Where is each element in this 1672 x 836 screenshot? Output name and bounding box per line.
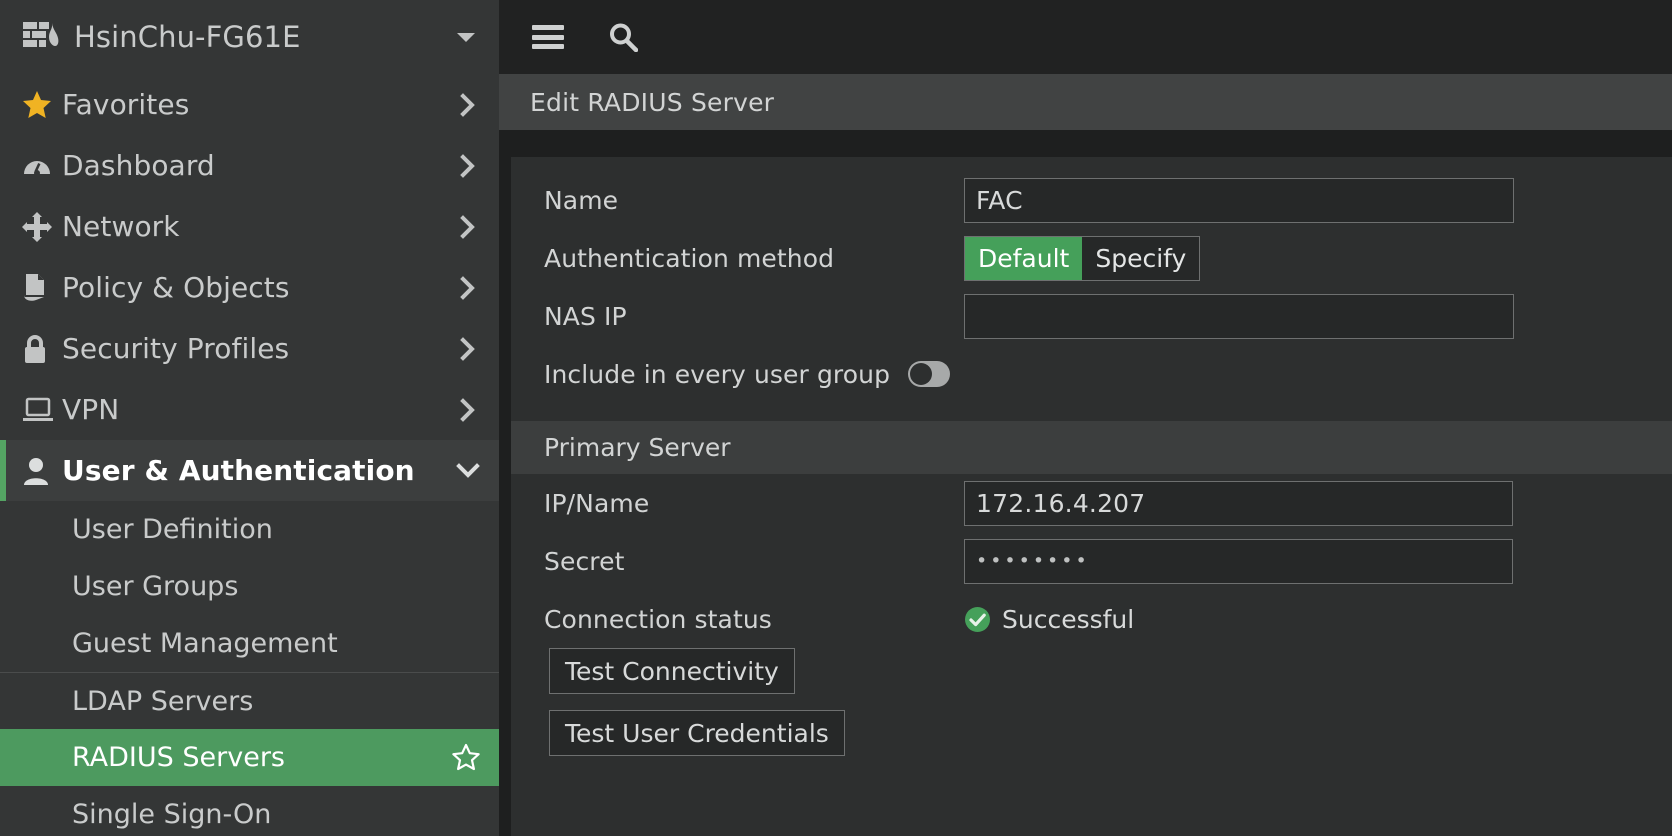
policy-document-icon [22,273,62,303]
sidebar-subitem-label: RADIUS Servers [72,742,285,773]
star-outline-icon[interactable] [451,743,481,773]
sidebar-subitem-radius-servers[interactable]: RADIUS Servers [0,729,499,786]
nas-ip-input[interactable] [964,293,1514,339]
sidebar-subitem-label: LDAP Servers [72,685,254,717]
field-row-secret: Secret •••••••• [511,532,1672,590]
sidebar-subitem-user-groups[interactable]: User Groups [0,558,499,615]
auth-method-label: Authentication method [544,243,835,273]
main-area: Edit RADIUS Server Name FAC Authenticati… [499,0,1672,836]
field-row-name: Name FAC [511,171,1672,229]
page-header: Edit RADIUS Server [499,74,1672,130]
sidebar-item-label: VPN [62,393,120,426]
device-selector[interactable]: HsinChu-FG61E [0,0,499,74]
name-input[interactable]: FAC [964,177,1514,223]
include-group-toggle[interactable] [908,361,951,387]
primary-server-title: Primary Server [544,433,731,462]
sidebar-item-label: Dashboard [62,149,215,182]
network-move-icon [22,211,62,242]
nas-ip-label: NAS IP [544,301,627,331]
lock-icon [22,334,62,364]
test-connectivity-button[interactable]: Test Connectivity [549,648,795,694]
chevron-down-icon [455,462,481,479]
field-row-include-group: Include in every user group [511,345,1672,403]
device-name: HsinChu-FG61E [74,20,301,54]
sidebar-subitem-label: Guest Management [72,628,338,659]
test-user-credentials-label: Test User Credentials [565,718,829,748]
chevron-right-icon [455,275,481,300]
name-input-value: FAC [976,185,1023,215]
top-toolbar [499,0,1672,74]
caret-down-icon[interactable] [457,32,475,42]
sidebar-item-network[interactable]: Network [0,196,499,257]
page-title: Edit RADIUS Server [530,87,775,117]
search-icon[interactable] [608,22,639,53]
firewall-icon [22,20,60,54]
sidebar-item-user-authentication[interactable]: User & Authentication [0,440,499,501]
name-label: Name [544,185,619,215]
chevron-right-icon [455,397,481,422]
connection-status-text: Successful [1002,604,1135,634]
sidebar-subitem-single-sign-on[interactable]: Single Sign-On [0,786,499,836]
chevron-right-icon [455,336,481,361]
check-circle-icon [964,606,991,633]
sidebar-subitem-ldap-servers[interactable]: LDAP Servers [0,672,499,729]
chevron-right-icon [455,92,481,117]
sidebar-item-label: Policy & Objects [62,271,290,304]
sidebar-subitem-label: User Groups [72,571,239,602]
ip-name-input-value: 172.16.4.207 [976,488,1146,518]
chevron-right-icon [455,153,481,178]
auth-method-option-default[interactable]: Default [965,236,1083,280]
ip-name-input[interactable]: 172.16.4.207 [964,480,1513,526]
gauge-icon [22,154,62,178]
sidebar-subitem-user-definition[interactable]: User Definition [0,501,499,558]
sidebar: HsinChu-FG61E Favorites Dashboard Networ… [0,0,499,836]
sidebar-subitem-guest-management[interactable]: Guest Management [0,615,499,672]
star-icon [22,90,62,119]
primary-server-section-header: Primary Server [511,421,1672,474]
auth-method-option-specify[interactable]: Specify [1082,236,1200,280]
sidebar-item-security-profiles[interactable]: Security Profiles [0,318,499,379]
chevron-right-icon [455,214,481,239]
field-row-ip-name: IP/Name 172.16.4.207 [511,474,1672,532]
sidebar-item-label: Security Profiles [62,332,290,365]
connection-status-label: Connection status [544,604,772,634]
include-group-label: Include in every user group [544,359,891,389]
secret-input-value: •••••••• [976,550,1090,572]
sidebar-item-favorites[interactable]: Favorites [0,74,499,135]
toggle-knob [910,363,933,385]
auth-method-segmented-control[interactable]: Default Specify [964,235,1201,281]
user-icon [22,457,62,485]
secret-input[interactable]: •••••••• [964,538,1513,584]
connection-status-value-group: Successful [964,605,1134,634]
content-scroll-area: Name FAC Authentication method Default S… [499,130,1672,836]
hamburger-menu-icon[interactable] [532,25,564,49]
sidebar-item-dashboard[interactable]: Dashboard [0,135,499,196]
field-row-auth-method: Authentication method Default Specify [511,229,1672,287]
sidebar-subitem-label: User Definition [72,514,273,545]
test-user-credentials-button[interactable]: Test User Credentials [549,710,845,756]
field-row-nas-ip: NAS IP [511,287,1672,345]
sidebar-subitem-label: Single Sign-On [72,799,272,830]
sidebar-item-policy-objects[interactable]: Policy & Objects [0,257,499,318]
laptop-icon [22,397,62,423]
edit-radius-server-form: Name FAC Authentication method Default S… [511,157,1672,836]
field-row-connection-status: Connection status Successful [511,590,1672,648]
sidebar-item-vpn[interactable]: VPN [0,379,499,440]
sidebar-item-label: Favorites [62,88,190,121]
sidebar-item-label: Network [62,210,180,243]
sidebar-item-label: User & Authentication [62,454,415,487]
secret-label: Secret [544,546,625,576]
app-root: HsinChu-FG61E Favorites Dashboard Networ… [0,0,1672,836]
test-connectivity-label: Test Connectivity [565,656,779,686]
ip-name-label: IP/Name [544,488,650,518]
